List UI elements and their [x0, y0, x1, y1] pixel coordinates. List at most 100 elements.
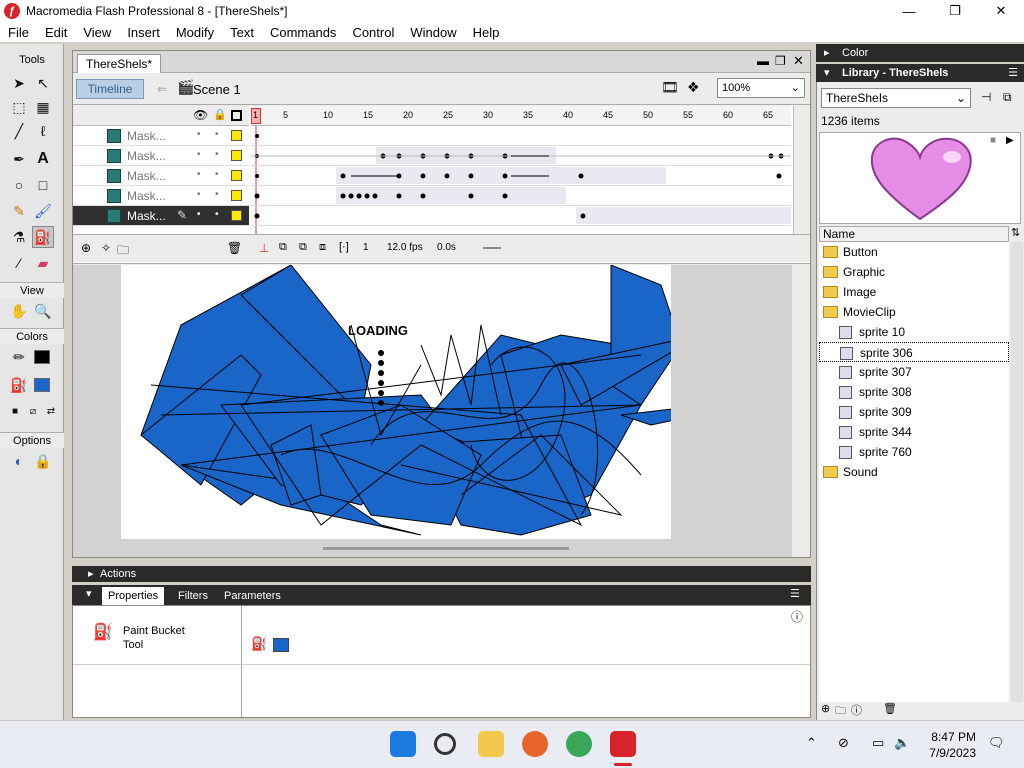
properties-icon[interactable]: ⓘ [851, 702, 862, 718]
library-panel-bar[interactable]: ▾ Library - ThereShels ☰ [816, 64, 1024, 82]
chevron-up-icon[interactable]: ⌃ [806, 735, 817, 751]
library-folder-button[interactable]: Button [819, 242, 1009, 262]
text-tool-icon[interactable]: A [32, 148, 54, 170]
tab-filters[interactable]: Filters [172, 587, 214, 605]
onion-outline-icon[interactable]: ⧉ [299, 241, 307, 254]
library-doc-select[interactable]: ThereSheIs ⌄ [821, 88, 971, 108]
timeline-button[interactable]: Timeline [76, 79, 144, 99]
stage[interactable]: LOADING [121, 265, 671, 539]
library-item[interactable]: sprite 309 [819, 402, 1009, 422]
tab-parameters[interactable]: Parameters [218, 587, 287, 605]
paint-bucket-icon[interactable]: ⛽ [32, 226, 54, 248]
gap-size-icon[interactable]: ◐ [8, 450, 30, 472]
library-item[interactable]: sprite 308 [819, 382, 1009, 402]
library-item[interactable]: sprite 344 [819, 422, 1009, 442]
display-icon[interactable]: ▭ [872, 735, 884, 751]
sort-icon[interactable]: ⇅ [1011, 226, 1020, 239]
menu-text[interactable]: Text [222, 25, 262, 40]
layer-color-box[interactable] [231, 150, 242, 161]
layer-row[interactable]: Mask... • • [73, 186, 249, 206]
eyedropper-icon[interactable]: ⁄ [8, 252, 30, 274]
eraser-tool-icon[interactable]: ▰ [32, 252, 54, 274]
actions-panel-bar[interactable]: ▸ Actions [72, 566, 811, 582]
fill-color-icon[interactable]: ⛽ [8, 374, 30, 396]
hand-tool-icon[interactable]: ✋ [8, 300, 30, 322]
library-item[interactable]: sprite 10 [819, 322, 1009, 342]
stage-artwork[interactable] [121, 265, 671, 539]
network-icon[interactable]: ⊘ [838, 735, 849, 751]
menu-control[interactable]: Control [344, 25, 402, 40]
edit-scene-icon[interactable]: 🎞 [661, 79, 679, 96]
layer-row[interactable]: Mask... • • [73, 146, 249, 166]
layer-row[interactable]: Mask... • • [73, 126, 249, 146]
edit-multiple-icon[interactable]: ⧈ [319, 241, 326, 254]
stroke-color-swatch[interactable] [34, 350, 50, 364]
menu-edit[interactable]: Edit [37, 25, 75, 40]
library-name-header[interactable]: Name [819, 226, 1009, 242]
delete-layer-icon[interactable]: 🗑 [227, 241, 242, 255]
doc-restore-icon[interactable]: ❐ [775, 54, 786, 68]
zoom-tool-icon[interactable]: 🔍 [32, 300, 54, 322]
minimize-button[interactable]: — [886, 0, 932, 22]
panel-menu-icon[interactable]: ☰ [1008, 64, 1018, 82]
library-folder-sound[interactable]: Sound [819, 462, 1009, 482]
windows-start-icon[interactable] [390, 731, 416, 757]
fill-color-swatch[interactable] [34, 378, 50, 392]
layer-color-box[interactable] [231, 190, 242, 201]
volume-icon[interactable]: 🔈 [894, 735, 910, 751]
ink-bottle-icon[interactable]: ⚗ [8, 226, 30, 248]
menu-file[interactable]: File [0, 25, 37, 40]
back-arrow-icon[interactable]: ⇐ [151, 79, 173, 99]
stroke-color-icon[interactable]: ✏ [8, 346, 30, 368]
fill-color-swatch[interactable] [273, 638, 289, 652]
close-button[interactable]: ✕ [978, 0, 1024, 22]
tab-properties[interactable]: Properties [102, 587, 165, 605]
panel-menu-icon[interactable]: ☰ [790, 587, 800, 600]
library-folder-graphic[interactable]: Graphic [819, 262, 1009, 282]
pin-library-icon[interactable]: ⊣ [981, 90, 991, 104]
color-panel-bar[interactable]: ▸ Color [816, 44, 1024, 62]
frame-keyframes[interactable] [251, 126, 791, 234]
new-folder-icon[interactable]: 🗀 [835, 702, 846, 721]
library-item[interactable]: sprite 760 [819, 442, 1009, 462]
frames-area[interactable]: 1 5 10 15 20 25 30 35 40 45 50 55 60 65 [251, 106, 791, 234]
lock-fill-icon[interactable]: 🔒 [32, 450, 54, 472]
menu-view[interactable]: View [75, 25, 119, 40]
collapse-arrow-icon[interactable]: ▾ [86, 587, 92, 600]
stop-preview-icon[interactable]: ■ [990, 135, 996, 146]
add-layer-icon[interactable]: ⊕ [81, 241, 91, 255]
file-explorer-icon[interactable] [478, 731, 504, 757]
menu-insert[interactable]: Insert [119, 25, 168, 40]
doc-minimize-icon[interactable]: ▬ [757, 54, 769, 68]
brush-tool-icon[interactable]: 🖌 [32, 200, 54, 222]
flash-taskbar-icon[interactable] [610, 731, 636, 757]
layer-color-box[interactable] [231, 210, 242, 221]
layer-row-selected[interactable]: Mask... ✎ • • [73, 206, 249, 226]
add-folder-icon[interactable]: 🗀 [117, 241, 129, 262]
help-icon[interactable]: ⓘ [791, 608, 803, 625]
zoom-select[interactable]: 100% ⌄ [717, 78, 805, 98]
layer-color-box[interactable] [231, 130, 242, 141]
center-frame-icon[interactable]: ⊥ [259, 241, 269, 255]
onion-skin-icon[interactable]: ⧉ [279, 241, 287, 254]
new-library-icon[interactable]: ⧉ [1003, 90, 1012, 105]
library-scrollbar[interactable] [1011, 242, 1023, 702]
menu-help[interactable]: Help [465, 25, 508, 40]
onion-markers-icon[interactable]: [·] [339, 241, 349, 253]
lasso-tool-icon[interactable]: ℓ [32, 120, 54, 142]
selection-tool-icon[interactable]: ➤ [8, 72, 30, 94]
eye-icon[interactable]: 👁 [193, 108, 208, 122]
subselection-tool-icon[interactable]: ↖ [32, 72, 54, 94]
chrome-icon[interactable] [566, 731, 592, 757]
add-guide-icon[interactable]: ✧ [101, 241, 111, 255]
firefox-icon[interactable] [522, 731, 548, 757]
menu-modify[interactable]: Modify [168, 25, 222, 40]
delete-item-icon[interactable]: 🗑 [883, 702, 897, 715]
gradient-transform-icon[interactable]: ▦ [32, 96, 54, 118]
library-item[interactable]: sprite 307 [819, 362, 1009, 382]
layer-color-box[interactable] [231, 170, 242, 181]
frame-ruler[interactable]: 1 5 10 15 20 25 30 35 40 45 50 55 60 65 [251, 106, 791, 126]
library-folder-movieclip[interactable]: MovieClip [819, 302, 1009, 322]
search-icon[interactable] [434, 733, 456, 755]
line-tool-icon[interactable]: ╱ [8, 120, 30, 142]
